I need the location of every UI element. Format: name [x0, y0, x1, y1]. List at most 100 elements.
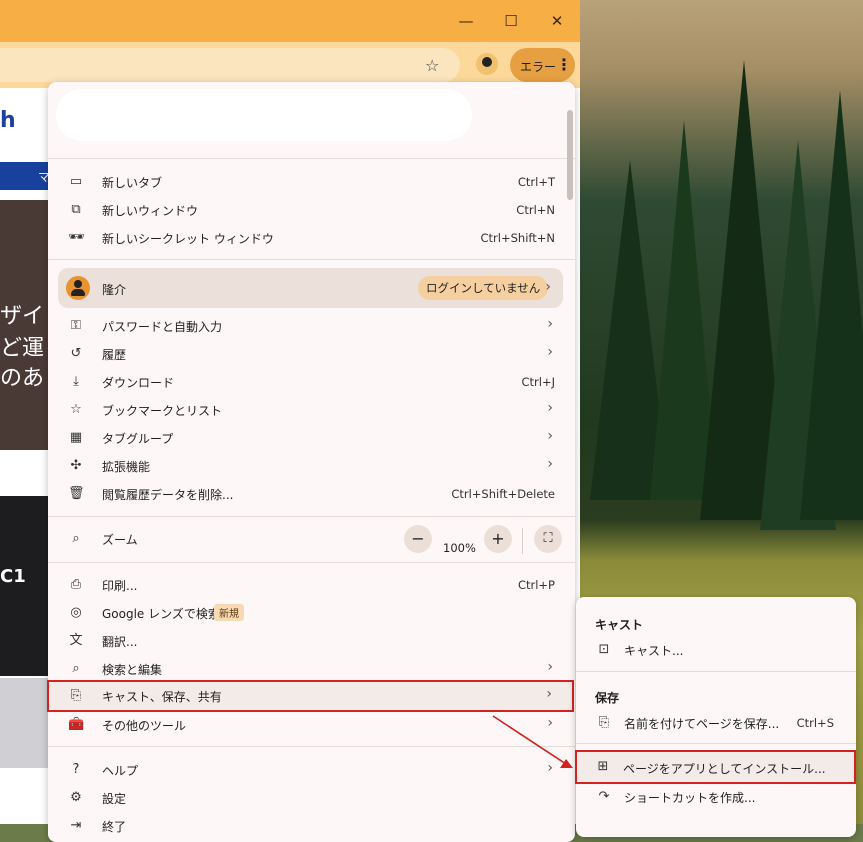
menu-item-label: 履歴: [102, 348, 127, 362]
article-thumbnail[interactable]: [0, 678, 48, 768]
menu-item-new-window[interactable]: ⧉ 新しいウィンドウ Ctrl+N: [58, 196, 565, 224]
profile-error-label: エラー: [520, 60, 557, 74]
trash-icon: 🗑: [68, 486, 85, 501]
cast-section-header: キャスト: [595, 618, 644, 632]
menu-item-print[interactable]: ⎙ 印刷... Ctrl+P: [58, 571, 565, 599]
menu-item-translate[interactable]: 文 翻訳...: [58, 627, 565, 655]
menu-item-bookmarks[interactable]: ☆ ブックマークとリスト ›: [58, 396, 565, 424]
new-window-icon: ⧉: [71, 202, 81, 217]
fullscreen-button[interactable]: ⛶: [534, 525, 562, 553]
chevron-right-icon: ›: [547, 400, 553, 416]
menu-item-shortcut: Ctrl+J: [521, 375, 556, 389]
web-page-content: h マ ザイ ど運 のあ C1: [0, 88, 50, 824]
toolbox-icon: 🧰: [68, 717, 85, 732]
maximize-button[interactable]: ☐: [500, 10, 522, 32]
site-logo: h: [0, 108, 16, 133]
submenu-item-shortcut: Ctrl+S: [796, 716, 834, 730]
menu-item-help[interactable]: ? ヘルプ ›: [58, 756, 565, 784]
chevron-right-icon: ›: [546, 686, 552, 702]
translate-icon: 文: [69, 633, 83, 648]
menu-item-more-tools[interactable]: 🧰 その他のツール ›: [58, 711, 565, 739]
key-icon: ⚿: [71, 318, 81, 333]
menu-item-new-incognito[interactable]: 🕶 新しいシークレット ウィンドウ Ctrl+Shift+N: [58, 224, 565, 252]
kebab-menu-icon[interactable]: ⋮: [556, 55, 572, 74]
submenu-item-create-shortcut[interactable]: ↷ ショートカットを作成...: [578, 783, 854, 811]
puzzle-icon: ✣: [70, 458, 82, 473]
menu-scrollbar[interactable]: [567, 100, 573, 800]
close-button[interactable]: ✕: [546, 10, 568, 32]
signin-status-badge: ログインしていません: [418, 276, 549, 300]
lens-icon: ◎: [70, 605, 82, 620]
incognito-icon: 🕶: [68, 230, 85, 245]
article-thumbnail[interactable]: C1: [0, 496, 48, 676]
submenu-item-cast[interactable]: ⊡ キャスト...: [578, 636, 854, 664]
menu-item-new-tab[interactable]: ▭ 新しいタブ Ctrl+T: [58, 168, 565, 196]
submenu-item-install-app[interactable]: ⊞ ページをアプリとしてインストール...: [575, 750, 856, 784]
menu-search-field[interactable]: [56, 89, 472, 141]
zoom-out-button[interactable]: −: [404, 525, 432, 553]
address-bar[interactable]: ☆: [0, 48, 460, 82]
new-tab-icon: ▭: [69, 174, 83, 189]
menu-item-label: 閲覧履歴データを削除...: [102, 488, 234, 502]
menu-item-shortcut: Ctrl+P: [517, 578, 555, 592]
menu-item-history[interactable]: ↺ 履歴 ›: [58, 340, 565, 368]
minimize-button[interactable]: —: [455, 10, 477, 32]
menu-divider: [576, 671, 856, 672]
gear-icon: ⚙: [70, 790, 82, 805]
zoom-in-button[interactable]: +: [484, 525, 512, 553]
star-icon: ☆: [70, 402, 82, 417]
profile-icon[interactable]: [476, 53, 498, 75]
cast-save-share-submenu: キャスト ⊡ キャスト... 保存 ⎘ 名前を付けてページを保存... Ctrl…: [576, 597, 856, 837]
menu-item-tab-groups[interactable]: ▦ タブグループ ›: [58, 424, 565, 452]
menu-item-label: キャスト、保存、共有: [102, 690, 222, 704]
menu-item-shortcut: Ctrl+N: [516, 203, 555, 217]
menu-item-settings[interactable]: ⚙ 設定: [58, 784, 565, 812]
menu-item-clear-data[interactable]: 🗑 閲覧履歴データを削除... Ctrl+Shift+Delete: [58, 480, 565, 508]
menu-item-label: 新しいシークレット ウィンドウ: [102, 232, 274, 246]
menu-divider: [48, 562, 575, 563]
submenu-item-label: ショートカットを作成...: [624, 791, 756, 805]
profile-error-button[interactable]: エラー ⋮: [510, 48, 575, 82]
menu-item-google-lens[interactable]: ◎ Google レンズで検索 新規: [58, 599, 565, 627]
menu-divider: [48, 158, 575, 159]
menu-item-label: 新しいウィンドウ: [102, 204, 199, 218]
hero-text-line: ザイ: [0, 304, 45, 329]
menu-item-label: ブックマークとリスト: [102, 404, 223, 418]
profile-row[interactable]: 隆介 ログインしていません ›: [58, 268, 563, 308]
submenu-item-save-page[interactable]: ⎘ 名前を付けてページを保存... Ctrl+S: [578, 709, 854, 737]
hero-banner: ザイ ど運 のあ: [0, 200, 48, 450]
save-section-header: 保存: [595, 691, 620, 705]
menu-item-passwords[interactable]: ⚿ パスワードと自動入力 ›: [58, 312, 565, 340]
chevron-right-icon: ›: [547, 428, 553, 444]
bookmark-star-icon[interactable]: ☆: [425, 56, 439, 75]
shortcut-icon: ↷: [598, 789, 610, 804]
menu-item-find-edit[interactable]: ⌕ 検索と編集 ›: [58, 655, 565, 683]
save-page-icon: ⎘: [70, 688, 82, 703]
profile-name: 隆介: [102, 283, 127, 297]
zoom-level: 100%: [443, 541, 476, 555]
menu-item-extensions[interactable]: ✣ 拡張機能 ›: [58, 452, 565, 480]
scrollbar-thumb[interactable]: [567, 110, 573, 200]
menu-item-shortcut: Ctrl+Shift+N: [480, 231, 555, 245]
menu-item-shortcut: Ctrl+T: [517, 175, 555, 189]
submenu-item-label: ページをアプリとしてインストール...: [623, 762, 826, 776]
hero-text-line: のあ: [0, 366, 45, 391]
submenu-item-label: 名前を付けてページを保存...: [624, 717, 780, 731]
chevron-right-icon: ›: [547, 715, 553, 731]
chevron-right-icon: ›: [545, 279, 551, 295]
chevron-right-icon: ›: [547, 316, 553, 332]
menu-item-label: その他のツール: [102, 719, 187, 733]
thumbnail-text: C1: [0, 566, 26, 587]
chevron-right-icon: ›: [547, 344, 553, 360]
menu-item-cast-save-share[interactable]: ⎘ キャスト、保存、共有 ›: [47, 680, 574, 712]
menu-item-label: タブグループ: [102, 432, 174, 446]
chevron-right-icon: ›: [547, 659, 553, 675]
menu-item-exit[interactable]: ⇥ 終了: [58, 812, 565, 840]
menu-divider: [48, 259, 575, 260]
menu-item-downloads[interactable]: ⤓ ダウンロード Ctrl+J: [58, 368, 565, 396]
tab-groups-icon: ▦: [69, 430, 83, 445]
avatar: [66, 276, 90, 300]
print-icon: ⎙: [70, 577, 82, 592]
menu-item-label: 印刷...: [102, 579, 138, 593]
menu-divider: [48, 746, 575, 747]
